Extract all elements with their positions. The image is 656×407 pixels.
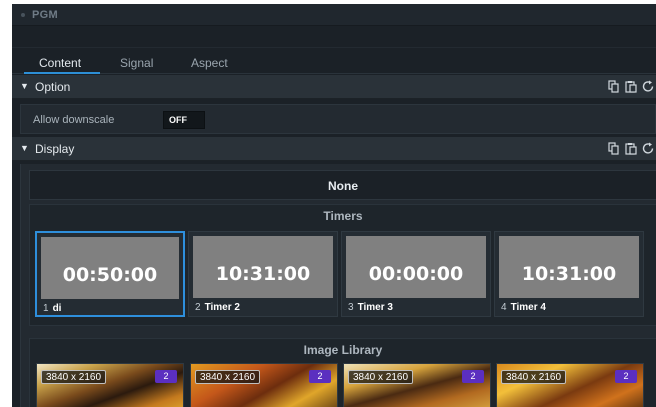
timer-preview: 10:31:00 bbox=[193, 236, 333, 298]
image-resolution: 3840 x 2160 bbox=[195, 370, 261, 384]
timers-group: Timers 00:50:00 1di 10:31:00 2Timer 2 bbox=[29, 204, 656, 326]
image-thumb-1[interactable]: 3840 x 2160 2 bbox=[36, 363, 184, 407]
reset-icon[interactable] bbox=[642, 142, 655, 155]
display-section-title: Display bbox=[35, 142, 75, 156]
timer-value: 00:50:00 bbox=[62, 264, 158, 286]
paste-icon[interactable] bbox=[625, 80, 637, 93]
timer-card-3[interactable]: 00:00:00 3 Timer 3 bbox=[341, 231, 491, 317]
display-panel: None Timers 00:50:00 1 di 10:31:00 2 Timer… bbox=[20, 164, 656, 407]
timer-name: Timer 2 bbox=[204, 302, 240, 313]
timer-index: 2 bbox=[195, 302, 201, 313]
tab-aspect[interactable]: Aspect bbox=[191, 56, 228, 70]
tab-content[interactable]: Content bbox=[39, 56, 81, 70]
timer-card-2[interactable]: 10:31:00 2 Timer 2 bbox=[188, 231, 338, 317]
none-source-button[interactable]: None bbox=[29, 170, 656, 200]
timer-index: 3 bbox=[348, 302, 354, 313]
copy-icon[interactable] bbox=[608, 80, 620, 93]
image-count-badge: 2 bbox=[309, 370, 331, 383]
allow-downscale-row: Allow downscale OFF bbox=[20, 104, 656, 134]
image-resolution: 3840 x 2160 bbox=[501, 370, 567, 384]
timer-caption: 2 Timer 2 bbox=[195, 302, 240, 313]
collapse-caret-icon: ▼ bbox=[20, 81, 29, 91]
timer-card-1[interactable]: 00:50:00 1 di bbox=[35, 231, 185, 317]
image-library-title: Image Library bbox=[303, 343, 383, 357]
timer-value: 00:00:00 bbox=[368, 263, 464, 285]
image-thumb-4[interactable]: 3840 x 2160 2 bbox=[496, 363, 644, 407]
window-titlebar: PGM bbox=[12, 4, 656, 26]
timer-preview: 10:31:00 bbox=[499, 236, 639, 298]
timer-preview: 00:00:00 bbox=[346, 236, 486, 298]
timer-card-4[interactable]: 10:31:00 4 Timer 4 bbox=[494, 231, 644, 317]
none-source-label: None bbox=[328, 179, 358, 193]
image-count-badge: 2 bbox=[462, 370, 484, 383]
timers-group-title: Timers bbox=[323, 209, 363, 223]
image-count-badge: 2 bbox=[155, 370, 177, 383]
pgm-window: PGM Content Signal Aspect ▼ Option Allow… bbox=[12, 4, 656, 407]
timer-name: Timer 4 bbox=[510, 302, 546, 313]
toggle-state-text: OFF bbox=[169, 115, 187, 125]
toolbar-strip bbox=[12, 26, 656, 48]
timer-index: 1 bbox=[43, 303, 49, 314]
image-resolution: 3840 x 2160 bbox=[348, 370, 414, 384]
timer-caption: 1 di bbox=[43, 303, 61, 314]
copy-icon[interactable] bbox=[608, 142, 620, 155]
image-thumb-3[interactable]: 3840 x 2160 2 bbox=[343, 363, 491, 407]
active-tab-indicator bbox=[24, 72, 100, 74]
timer-name: Timer 3 bbox=[357, 302, 393, 313]
allow-downscale-toggle[interactable]: OFF bbox=[163, 111, 205, 129]
timer-preview: 00:50:00 bbox=[41, 237, 179, 299]
paste-icon[interactable] bbox=[625, 142, 637, 155]
collapse-caret-icon: ▼ bbox=[20, 143, 29, 153]
timer-index: 4 bbox=[501, 302, 507, 313]
status-dot-icon bbox=[21, 13, 25, 17]
tab-signal[interactable]: Signal bbox=[120, 56, 153, 70]
option-section-title: Option bbox=[35, 80, 71, 94]
timer-value: 10:31:00 bbox=[215, 263, 311, 285]
image-resolution: 3840 x 2160 bbox=[41, 370, 107, 384]
display-header-actions bbox=[608, 142, 656, 156]
timer-caption: 3 Timer 3 bbox=[348, 302, 393, 313]
timer-caption: 4 Timer 4 bbox=[501, 302, 546, 313]
timer-value: 10:31:00 bbox=[521, 263, 617, 285]
image-library-group: Image Library 3840 x 2160 2 3840 x 2160 … bbox=[29, 338, 656, 407]
tab-bar: Content Signal Aspect bbox=[12, 48, 656, 74]
window-title: PGM bbox=[32, 9, 58, 21]
reset-icon[interactable] bbox=[642, 80, 655, 93]
image-count-badge: 2 bbox=[615, 370, 637, 383]
display-section-header[interactable]: ▼ Display bbox=[12, 137, 656, 161]
allow-downscale-label: Allow downscale bbox=[33, 114, 115, 126]
timer-name: di bbox=[52, 303, 62, 314]
option-section-header[interactable]: ▼ Option bbox=[12, 75, 656, 99]
image-thumb-2[interactable]: 3840 x 2160 2 bbox=[190, 363, 338, 407]
option-header-actions bbox=[608, 80, 656, 94]
